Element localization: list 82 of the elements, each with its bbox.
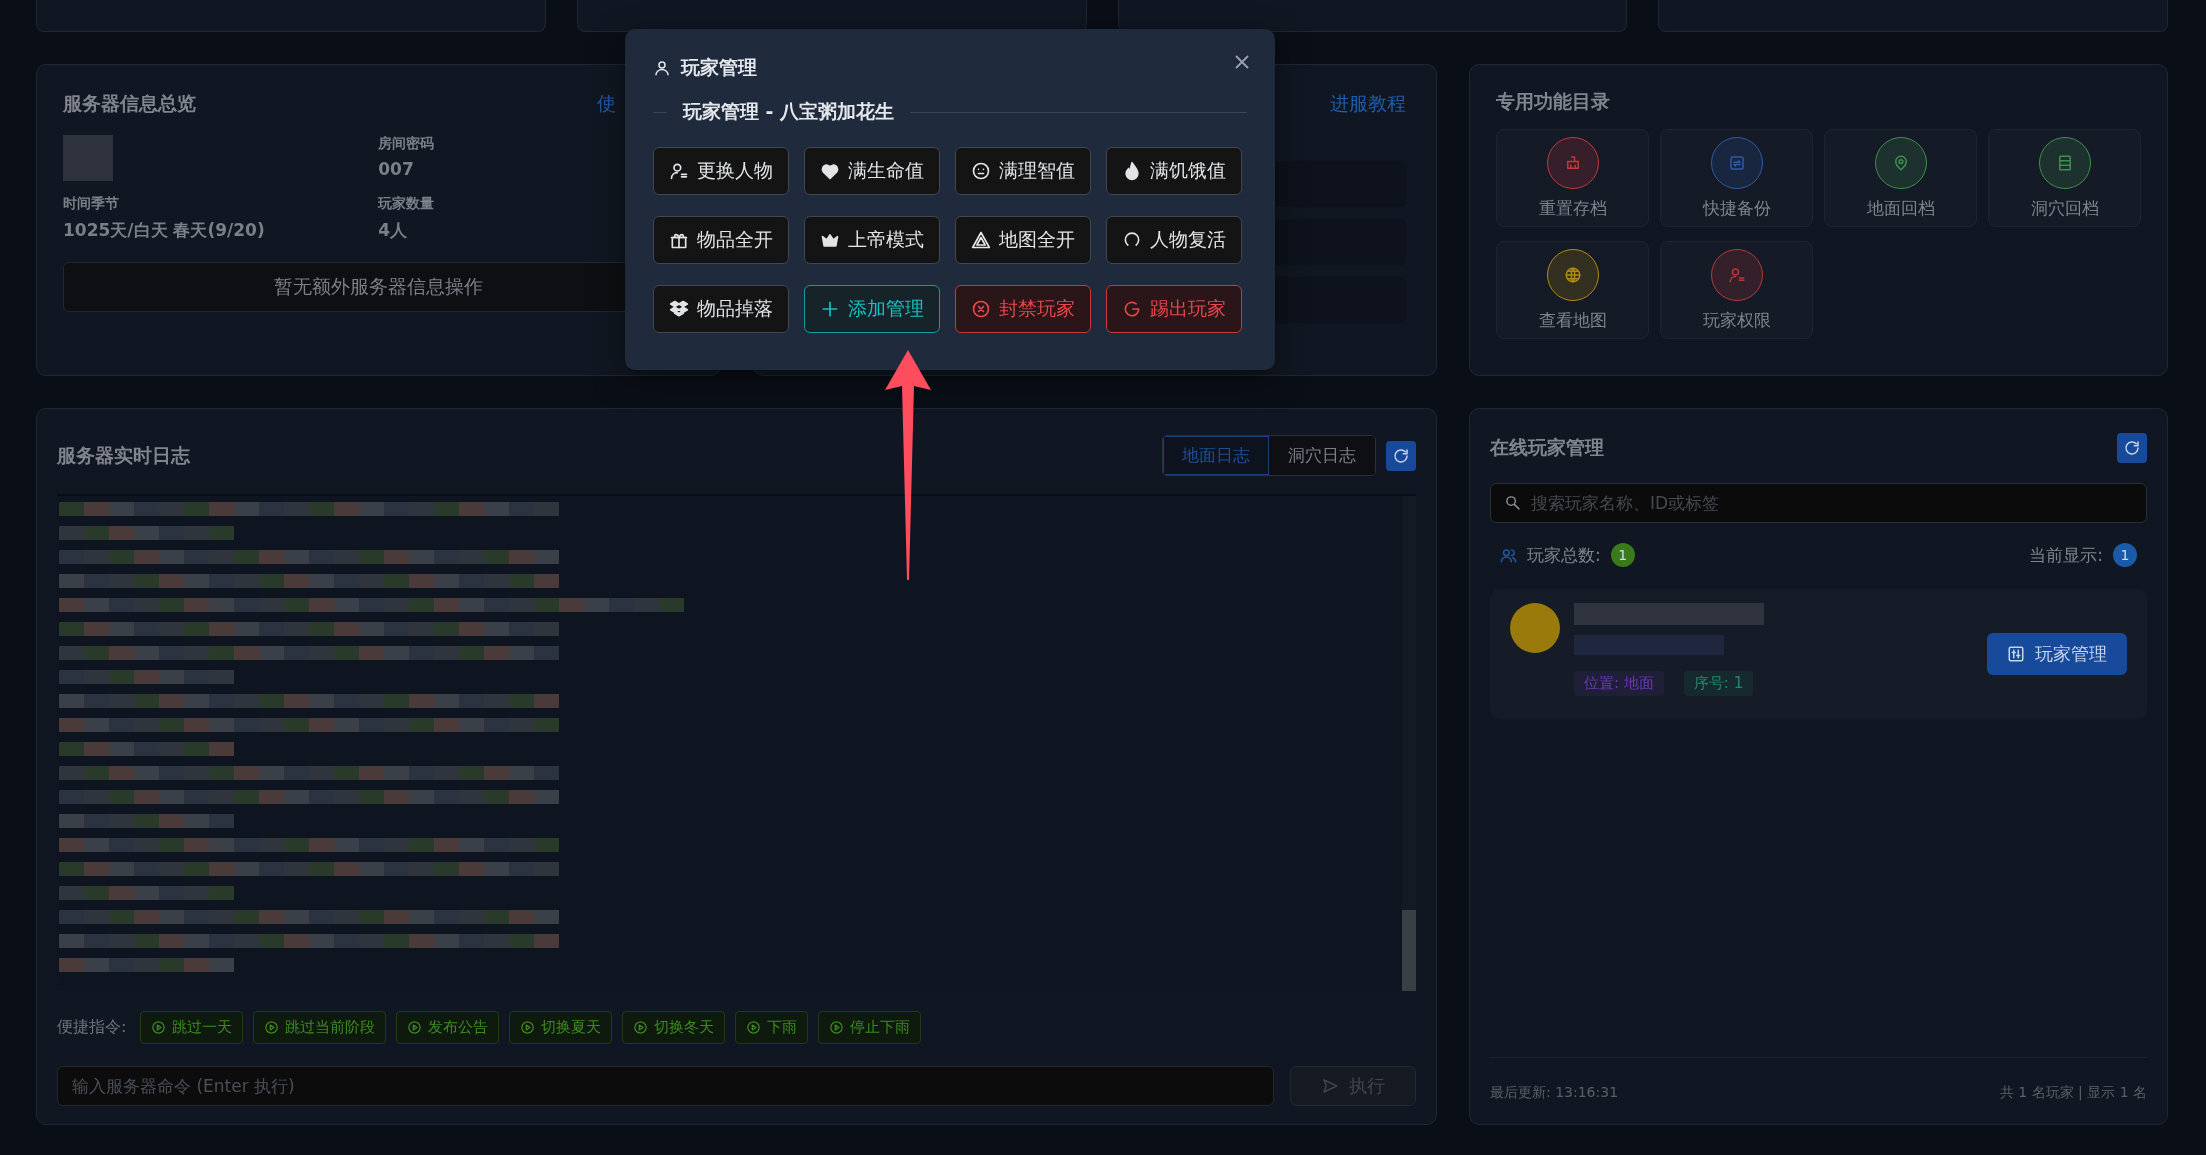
field-value: 4人 xyxy=(378,219,408,242)
player-action-button[interactable]: 踢出玩家 xyxy=(1106,285,1242,333)
refresh-button[interactable] xyxy=(1386,440,1416,471)
quick-commands-label: 便捷指令: xyxy=(57,1017,127,1038)
player-action-button[interactable]: 地图全开 xyxy=(955,216,1091,264)
dialog-title: 玩家管理 xyxy=(681,55,757,80)
card-title: 在线玩家管理 xyxy=(1490,435,1604,460)
heart-icon xyxy=(820,161,840,181)
log-tab[interactable]: 洞穴日志 xyxy=(1269,436,1375,475)
command-chip[interactable]: 停止下雨 xyxy=(818,1011,922,1044)
player-action-button[interactable]: 上帝模式 xyxy=(804,216,940,264)
smiley-icon xyxy=(971,161,991,181)
player-tag: 位置: 地面 xyxy=(1574,671,1664,696)
manage-player-button[interactable]: 玩家管理 xyxy=(1987,633,2127,675)
search-field[interactable]: 搜索玩家名称、ID或标签 xyxy=(1490,483,2147,523)
player-action-button[interactable]: 更换人物 xyxy=(653,147,789,195)
feature-tile[interactable]: 玩家权限 xyxy=(1660,241,1813,339)
command-chip[interactable]: 跳过当前阶段 xyxy=(253,1011,387,1044)
field-label: 玩家数量 xyxy=(378,195,435,213)
ban-icon xyxy=(971,299,991,319)
command-chip[interactable]: 发布公告 xyxy=(396,1011,500,1044)
player-total-label: 玩家总数: xyxy=(1527,543,1601,567)
command-input[interactable]: 输入服务器命令 (Enter 执行) xyxy=(57,1066,1274,1106)
shown-count: 1 xyxy=(2113,543,2137,567)
player-action-button[interactable]: 添加管理 xyxy=(804,285,940,333)
user-icon xyxy=(669,161,689,181)
play-icon xyxy=(829,1020,845,1035)
field-value: 007 xyxy=(378,159,414,179)
feature-tile[interactable]: 地面回档 xyxy=(1824,129,1977,227)
player-action-button[interactable]: 满生命值 xyxy=(804,147,940,195)
boxes-icon xyxy=(669,299,689,319)
command-chip[interactable]: 下雨 xyxy=(735,1011,809,1044)
plus-icon xyxy=(820,299,840,319)
sliders-icon xyxy=(2007,645,2025,663)
shown-count-label: 当前显示: xyxy=(2029,543,2103,567)
play-icon xyxy=(151,1020,167,1035)
player-summary-text: 共 1 名玩家 | 显示 1 名 xyxy=(1999,1084,2147,1102)
guide-link[interactable]: 使 xyxy=(596,91,616,117)
card-title: 服务器信息总览 xyxy=(63,91,196,116)
card-title: 服务器实时日志 xyxy=(57,442,190,468)
play-icon xyxy=(264,1020,280,1035)
field-value: 1025天/白天 春天(9/20) xyxy=(63,219,265,242)
last-updated-text: 最后更新: 13:16:31 xyxy=(1490,1084,1619,1102)
blurred-server-name xyxy=(63,135,113,181)
command-chip[interactable]: 跳过一天 xyxy=(140,1011,244,1044)
player-action-button[interactable]: 人物复活 xyxy=(1106,216,1242,264)
scrollbar[interactable] xyxy=(1402,496,1416,991)
section-title: 玩家管理 - 八宝粥加花生 xyxy=(683,99,895,124)
player-action-button[interactable]: 物品掉落 xyxy=(653,285,789,333)
player-tag: 序号: 1 xyxy=(1683,671,1754,696)
play-icon xyxy=(520,1020,536,1035)
field-label: 房间密码 xyxy=(378,135,435,153)
users-icon xyxy=(1500,546,1517,564)
feature-tile[interactable]: 洞穴回档 xyxy=(1988,129,2141,227)
refresh-button[interactable] xyxy=(2117,433,2147,463)
player-action-button[interactable]: 物品全开 xyxy=(653,216,789,264)
player-action-button[interactable]: 封禁玩家 xyxy=(955,285,1091,333)
search-icon xyxy=(1504,494,1521,511)
command-chip[interactable]: 切换冬天 xyxy=(622,1011,726,1044)
play-icon xyxy=(407,1020,423,1035)
user-icon xyxy=(653,59,671,77)
avatar xyxy=(1510,603,1560,653)
feature-tile[interactable]: 查看地图 xyxy=(1496,241,1649,339)
send-icon xyxy=(1321,1077,1339,1095)
field-label: 时间季节 xyxy=(63,195,119,213)
play-icon xyxy=(746,1020,762,1035)
refresh-icon xyxy=(1392,446,1410,465)
join-guide-link[interactable]: 进服教程 xyxy=(1330,91,1406,117)
feature-tile[interactable]: 快捷备份 xyxy=(1660,129,1813,227)
player-action-button[interactable]: 满饥饿值 xyxy=(1106,147,1242,195)
play-icon xyxy=(633,1020,649,1035)
user-icon xyxy=(1727,265,1746,284)
refresh-icon xyxy=(2123,439,2141,457)
flame-icon xyxy=(1122,161,1142,181)
globe-icon xyxy=(1563,265,1582,284)
triangle-icon xyxy=(971,230,991,250)
feature-tile[interactable]: 重置存档 xyxy=(1496,129,1649,227)
player-total-count: 1 xyxy=(1610,543,1635,567)
card-title: 专用功能目录 xyxy=(1496,89,1611,114)
backup-icon xyxy=(1727,153,1746,172)
player-action-button[interactable]: 满理智值 xyxy=(955,147,1091,195)
command-chip[interactable]: 切换夏天 xyxy=(509,1011,613,1044)
